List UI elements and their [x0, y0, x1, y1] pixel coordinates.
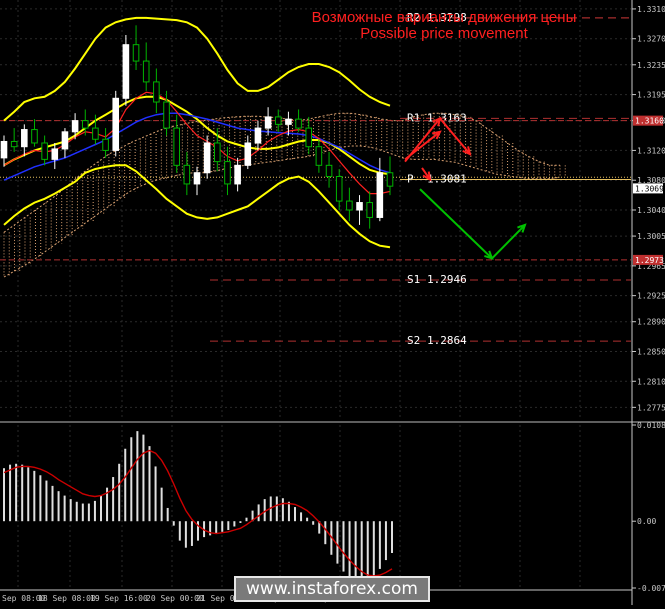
candle-body [234, 164, 241, 185]
level-s2-value: 1.2864 [427, 334, 467, 347]
scenario-up-start-path [404, 131, 441, 161]
candle-body [295, 118, 302, 129]
candle-body [122, 44, 130, 99]
y-tick-label: 1.3270 [637, 35, 665, 44]
chart-stage: R2 1.3298 R1 1.3163 P 1.3081 S1 1.2946 S2 1.2864 … [0, 0, 665, 605]
y-tick-label: 1.2775 [637, 403, 665, 412]
level-s1-value: 1.2946 [427, 273, 467, 286]
watermark-badge[interactable]: www.instaforex.com [234, 576, 430, 602]
title-ru: Возможные варианты движения цены [312, 9, 577, 26]
candle-body [335, 175, 343, 202]
price-chart: R2 1.3298R1 1.3163P 1.3081S1 1.2946S2 1.2864 … [0, 0, 665, 605]
candle-body [244, 142, 252, 166]
candle-body [0, 140, 8, 159]
ichimoku-cloud [3, 112, 566, 278]
candle-body [386, 172, 394, 187]
osc-y-tick-label: 0.00 [637, 517, 656, 526]
y-tick-label: 1.3235 [637, 61, 665, 70]
bollinger-upper [3, 16, 391, 122]
y-tick-label: 1.3120 [637, 146, 665, 155]
osc-y-tick-label: 0.01089 [637, 421, 665, 430]
grid [0, 0, 631, 588]
pivot-levels: R2 1.3298R1 1.3163P 1.3081S1 1.2946S2 1.2864 [0, 11, 631, 347]
candle-body [356, 202, 363, 211]
candle-body [31, 129, 38, 144]
x-tick-label: 18 Sep 08:00 [38, 594, 96, 603]
level-p-value: 1.3081 [427, 172, 467, 185]
candle-body [51, 148, 59, 160]
oscillator-panel [0, 421, 665, 587]
watermark-text: www.instaforex.com [246, 579, 418, 599]
candle-body [142, 60, 150, 83]
candle-body [264, 116, 272, 129]
level-s2-label: S2 [407, 334, 420, 347]
candle-body [325, 164, 333, 177]
candle-body [274, 116, 282, 125]
scenario-down-leg1-path [419, 188, 493, 260]
candle-body [81, 120, 89, 129]
y-tick-label: 1.3005 [637, 232, 665, 241]
y-tick-label: 1.3195 [637, 91, 665, 100]
level-s1-label: S1 [407, 273, 420, 286]
candle-body [254, 127, 262, 144]
y-tick-label: 1.2850 [637, 347, 665, 356]
candle-body [173, 127, 180, 166]
level-r1-value: 1.3163 [427, 111, 467, 124]
current-price-label: 1.3069 [635, 184, 664, 193]
candle-body [193, 172, 201, 185]
candle-body [132, 44, 140, 62]
candle-body [305, 127, 313, 148]
candle-body [315, 146, 323, 166]
axes: 1.3310 1.3270 1.3235 1.3195 1.3160 1.3120 1.30… [0, 0, 665, 605]
scenario-arrows [404, 116, 527, 260]
osc-signal-line [3, 449, 393, 577]
y-tick-label: 1.3040 [637, 206, 665, 215]
candle-body [102, 138, 109, 151]
candle-body [61, 131, 69, 150]
candle-body [224, 161, 231, 185]
y-tick-label: 1.2810 [637, 377, 665, 386]
candle-body [41, 142, 48, 160]
x-tick-label: 19 Sep 16:00 [90, 594, 148, 603]
level-r1-label: R1 [407, 111, 420, 124]
candle-body [163, 101, 170, 129]
marker-badge-label: 1.2973 [635, 256, 664, 265]
y-tick-label: 1.2890 [637, 318, 665, 327]
cloud-span-b [3, 145, 561, 278]
candle-body [346, 200, 353, 211]
candle-body [376, 172, 384, 218]
candle-body [112, 97, 120, 151]
level-p-label: P [407, 172, 414, 185]
candle-body [92, 127, 99, 140]
y-tick-label: 1.3310 [637, 5, 665, 14]
candle-body [183, 164, 191, 185]
candle-body [214, 142, 221, 163]
candle-body [71, 120, 79, 133]
title-en: Possible price movement [360, 25, 528, 42]
candle-body [21, 129, 28, 148]
candle-body [366, 202, 373, 218]
candle-body [10, 140, 18, 148]
candle-body [153, 81, 160, 103]
candle-body [285, 118, 292, 125]
marker-badge-label: 1.3160 [635, 117, 664, 126]
candle-body [203, 142, 211, 174]
osc-y-tick-label: -0.00756 [637, 584, 665, 593]
y-tick-label: 1.2925 [637, 292, 665, 301]
